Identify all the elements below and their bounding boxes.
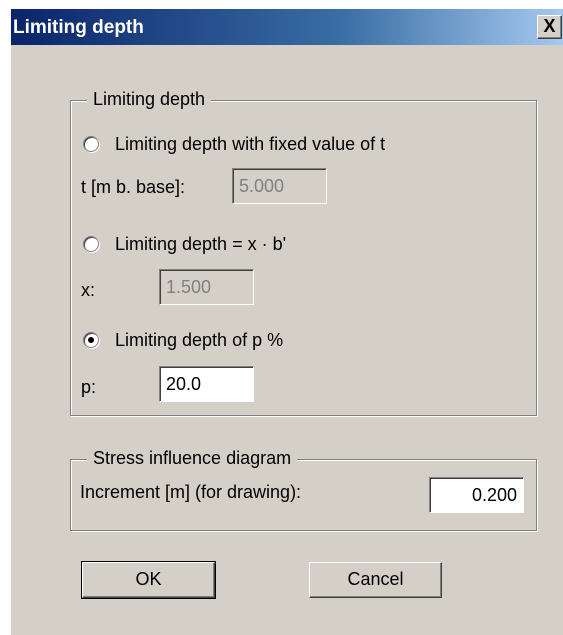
t-input[interactable] <box>232 168 327 204</box>
radio-fixed-t[interactable]: Limiting depth with fixed value of t <box>83 132 385 156</box>
radio-p-percent-label: Limiting depth of p % <box>115 329 284 350</box>
radio-fixed-t-label: Limiting depth with fixed value of t <box>115 133 386 154</box>
limiting-depth-dialog: Limiting depth X Limiting depth Limiting… <box>10 8 563 635</box>
radio-x-times-b-circle[interactable] <box>83 236 99 252</box>
increment-input[interactable] <box>429 477 524 513</box>
p-field-label: p: <box>81 377 97 397</box>
close-icon: X <box>543 16 556 36</box>
close-button[interactable]: X <box>537 15 562 39</box>
title-bar[interactable]: Limiting depth X <box>11 9 563 45</box>
ok-button[interactable]: OK <box>81 561 216 599</box>
x-input[interactable] <box>159 269 254 305</box>
radio-x-times-b[interactable]: Limiting depth = x · b' <box>83 232 286 256</box>
x-field-label: x: <box>81 280 96 300</box>
cancel-button[interactable]: Cancel <box>309 562 442 598</box>
p-input[interactable] <box>159 366 254 402</box>
radio-fixed-t-circle[interactable] <box>83 136 99 152</box>
dialog-title: Limiting depth <box>13 17 144 38</box>
radio-p-percent[interactable]: Limiting depth of p % <box>83 328 283 352</box>
increment-label: Increment [m] (for drawing): <box>80 482 302 502</box>
limiting-depth-group-legend: Limiting depth <box>87 89 212 110</box>
stress-influence-group-legend: Stress influence diagram <box>87 448 298 469</box>
radio-p-percent-circle[interactable] <box>83 332 99 348</box>
t-field-label: t [m b. base]: <box>81 177 186 197</box>
radio-x-times-b-label: Limiting depth = x · b' <box>115 233 287 254</box>
